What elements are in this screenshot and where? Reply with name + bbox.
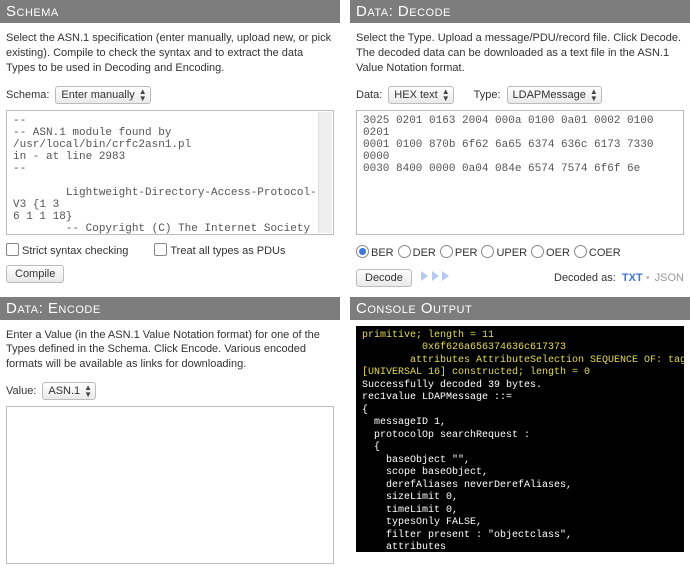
decode-button[interactable]: Decode	[356, 269, 412, 287]
schema-instructions: Select the ASN.1 specification (enter ma…	[0, 29, 340, 84]
encoding-radio-ber[interactable]: BER	[356, 245, 394, 259]
decoded-as-label: Decoded as: TXT • JSON	[554, 272, 684, 284]
encode-value-label: Value:	[6, 385, 36, 397]
encode-value-format-select[interactable]: ASN.1 ▲▼	[42, 382, 96, 400]
console-title: Console Output	[350, 297, 690, 320]
decode-title: Data: Decode	[350, 0, 690, 23]
select-arrows-icon: ▲▼	[84, 384, 92, 398]
console-panel: Console Output primitive; length = 11 0x…	[350, 297, 690, 570]
decode-type-label: Type:	[474, 89, 501, 101]
decode-data-format-select[interactable]: HEX text ▲▼	[388, 86, 453, 104]
decode-hex-textarea[interactable]: 3025 0201 0163 2004 000a 0100 0a01 0002 …	[356, 110, 684, 235]
radio-icon	[440, 245, 453, 258]
schema-source-value: Enter manually	[61, 89, 134, 101]
select-arrows-icon: ▲▼	[442, 88, 450, 102]
download-txt-link[interactable]: TXT	[622, 272, 643, 284]
encoding-radio-uper[interactable]: UPER	[481, 245, 527, 259]
schema-field-label: Schema:	[6, 89, 49, 101]
decode-panel: Data: Decode Select the Type. Upload a m…	[350, 0, 690, 297]
decode-data-label: Data:	[356, 89, 382, 101]
encoding-radio-oer[interactable]: OER	[531, 245, 570, 259]
encoding-radio-per[interactable]: PER	[440, 245, 478, 259]
schema-panel: Schema Select the ASN.1 specification (e…	[0, 0, 340, 297]
schema-source-select[interactable]: Enter manually ▲▼	[55, 86, 150, 104]
schema-textarea[interactable]: -- -- ASN.1 module found by /usr/local/b…	[6, 110, 334, 235]
schema-title: Schema	[0, 0, 340, 23]
encoding-radio-coer[interactable]: COER	[574, 245, 621, 259]
encoding-radio-der[interactable]: DER	[398, 245, 436, 259]
strict-syntax-checkbox[interactable]: Strict syntax checking	[6, 243, 128, 257]
encode-panel: Data: Encode Enter a Value (in the ASN.1…	[0, 297, 340, 570]
encode-instructions: Enter a Value (in the ASN.1 Value Notati…	[0, 326, 340, 381]
compile-button[interactable]: Compile	[6, 265, 64, 283]
radio-icon	[356, 245, 369, 258]
radio-icon	[531, 245, 544, 258]
select-arrows-icon: ▲▼	[590, 88, 598, 102]
encode-title: Data: Encode	[0, 297, 340, 320]
download-json-link[interactable]: JSON	[655, 272, 684, 284]
treat-pdus-checkbox[interactable]: Treat all types as PDUs	[154, 243, 285, 257]
radio-icon	[574, 245, 587, 258]
select-arrows-icon: ▲▼	[139, 88, 147, 102]
radio-icon	[481, 245, 494, 258]
encoding-radio-group: BER DER PERUPER OER COER	[350, 241, 690, 269]
decode-instructions: Select the Type. Upload a message/PDU/re…	[350, 29, 690, 84]
decode-type-select[interactable]: LDAPMessage ▲▼	[507, 86, 602, 104]
radio-icon	[398, 245, 411, 258]
encode-value-textarea[interactable]	[6, 406, 334, 564]
console-output: primitive; length = 11 0x6f626a656374636…	[356, 326, 684, 552]
play-icon[interactable]	[432, 271, 439, 281]
step-icon[interactable]	[421, 271, 428, 281]
